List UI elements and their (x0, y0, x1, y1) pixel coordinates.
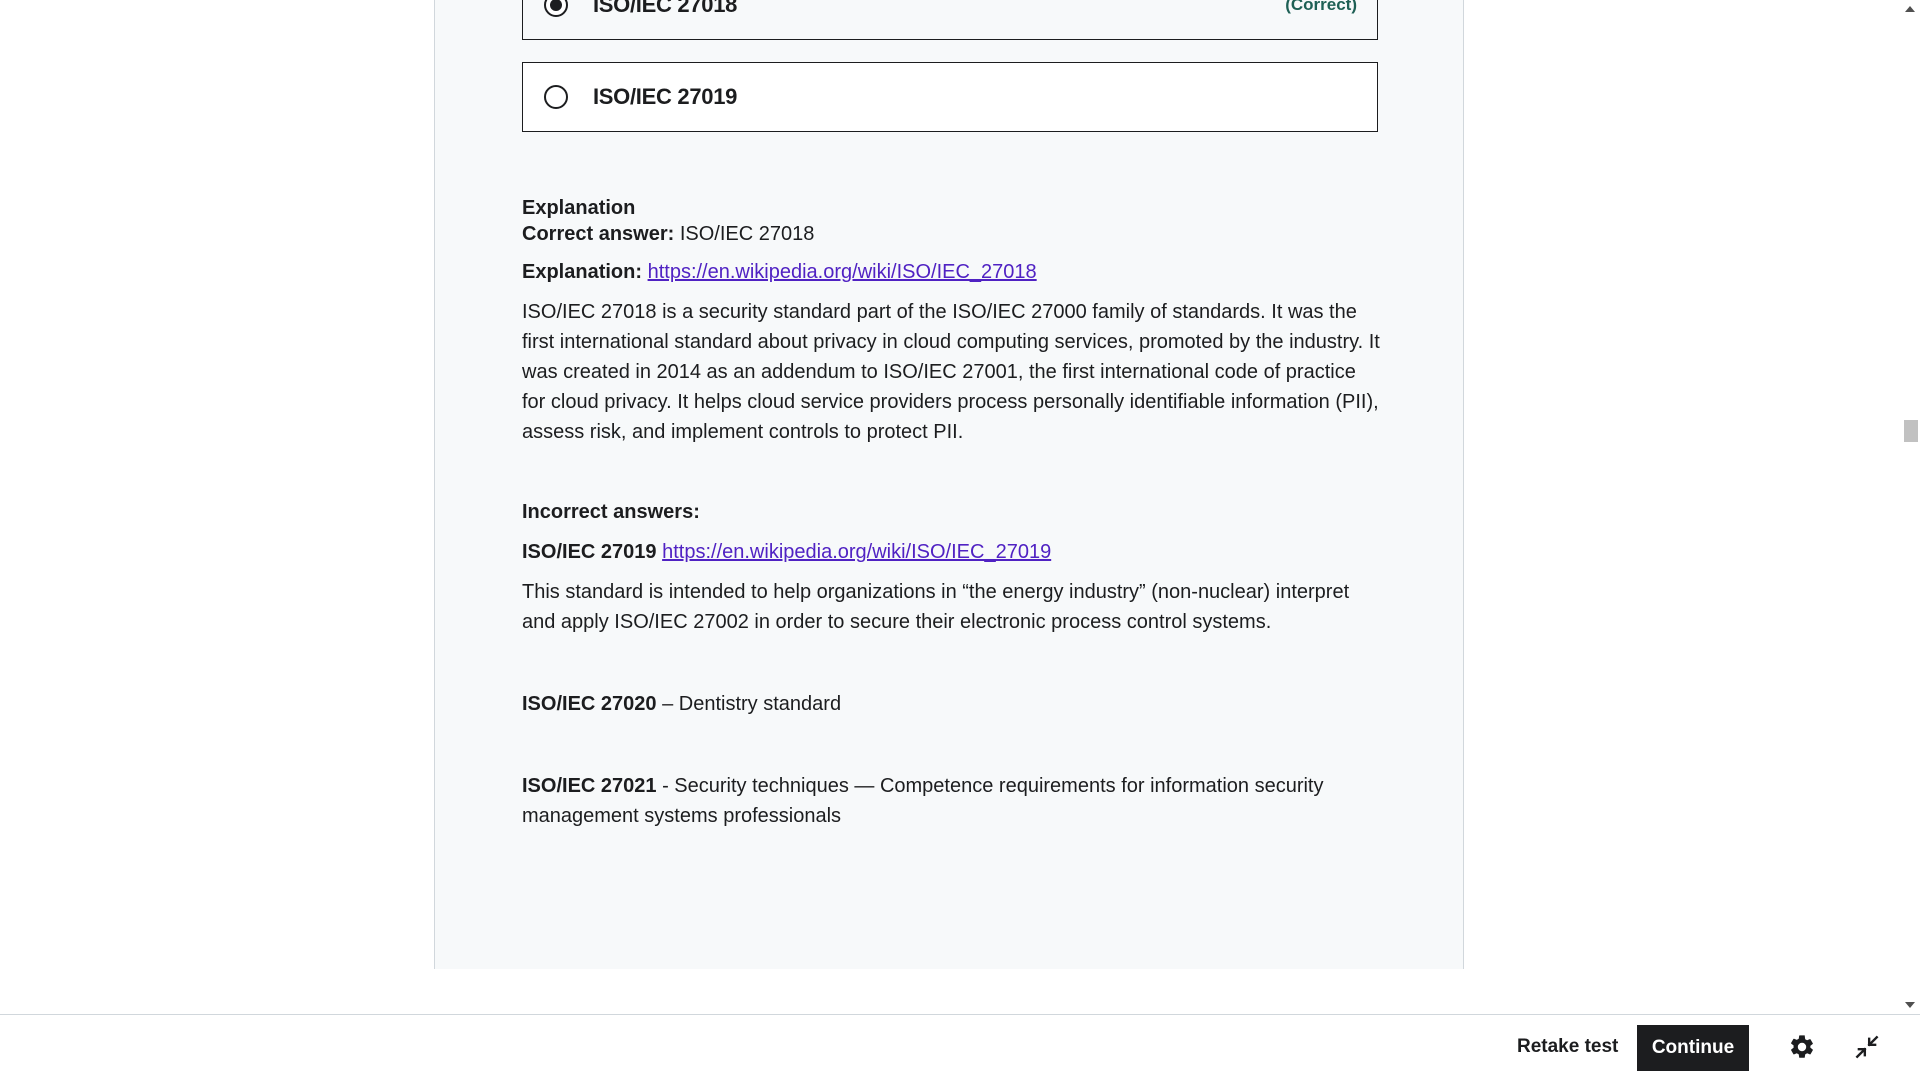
continue-button[interactable]: Continue (1637, 1025, 1749, 1071)
incorrect-answer-name: ISO/IEC 27021 (522, 775, 657, 797)
settings-button[interactable] (1784, 1029, 1820, 1065)
incorrect-answer-link[interactable]: https://en.wikipedia.org/wiki/ISO/IEC_27… (662, 541, 1051, 563)
scroll-thumb[interactable] (1904, 420, 1918, 442)
gear-icon (1791, 1035, 1813, 1058)
collapse-icon (1855, 1035, 1879, 1059)
quiz-result-panel: ISO/IEC 27018 (Correct) ISO/IEC 27019 Ex… (434, 0, 1464, 969)
incorrect-answer-text: This standard is intended to help organi… (522, 581, 1350, 633)
explanation-text: ISO/IEC 27018 is a security standard par… (522, 301, 1380, 443)
explanation-section: Explanation Correct answer: ISO/IEC 2701… (522, 195, 1382, 831)
incorrect-answer-name: ISO/IEC 27019 (522, 541, 657, 563)
retake-test-button[interactable]: Retake test (1505, 1025, 1630, 1069)
exit-fullscreen-button[interactable] (1849, 1029, 1885, 1065)
main-viewport: ISO/IEC 27018 (Correct) ISO/IEC 27019 Ex… (0, 0, 1900, 1014)
scroll-up-arrow-icon[interactable] (1905, 6, 1915, 12)
correct-answer-value: ISO/IEC 27018 (679, 223, 815, 245)
answer-option-27018[interactable]: ISO/IEC 27018 (Correct) (522, 0, 1378, 40)
incorrect-answer-name: ISO/IEC 27020 (522, 693, 657, 715)
explanation-link[interactable]: https://en.wikipedia.org/wiki/ISO/IEC_27… (648, 261, 1037, 283)
vertical-scrollbar[interactable] (1900, 0, 1920, 1014)
radio-unselected[interactable] (544, 85, 568, 109)
incorrect-answers-heading: Incorrect answers: (522, 501, 700, 523)
scroll-down-arrow-icon[interactable] (1905, 1002, 1915, 1008)
correct-tag: (Correct) (1285, 0, 1357, 14)
radio-selected[interactable] (544, 0, 568, 17)
correct-answer-label: Correct answer: (522, 223, 675, 245)
answer-option-label: ISO/IEC 27019 (593, 84, 738, 109)
explanation-label: Explanation: (522, 261, 643, 283)
bottom-action-bar: Retake test Continue (0, 1014, 1920, 1080)
incorrect-answer-text: – Dentistry standard (656, 693, 842, 715)
answer-option-label: ISO/IEC 27018 (593, 0, 738, 17)
explanation-heading: Explanation (522, 197, 636, 219)
answer-option-27019[interactable]: ISO/IEC 27019 (522, 62, 1378, 132)
